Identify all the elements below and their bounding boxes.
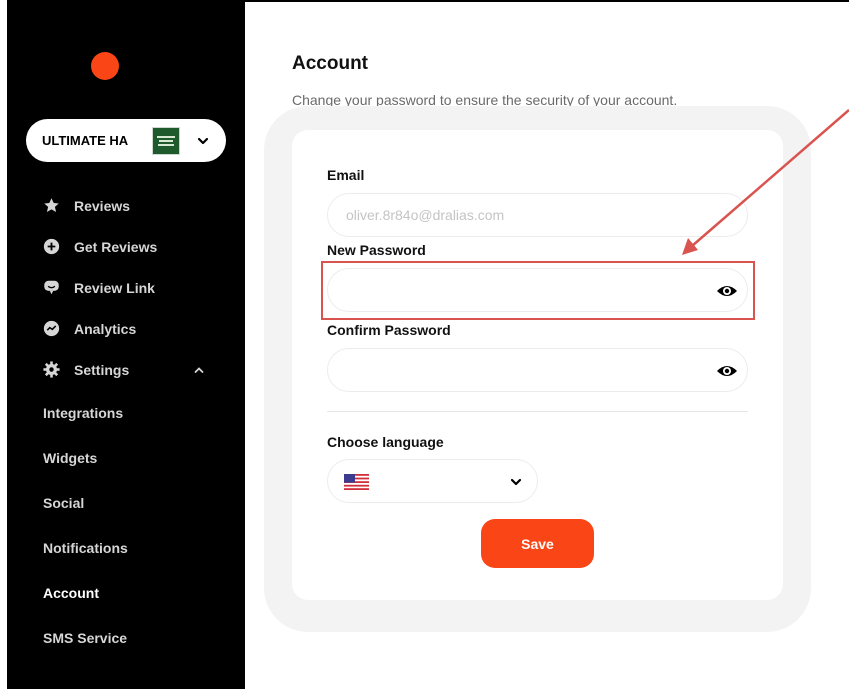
business-logo-thumbnail	[152, 126, 180, 155]
sidebar-item-settings[interactable]: Settings	[43, 361, 129, 378]
language-label: Choose language	[327, 434, 444, 450]
page-title: Account	[292, 53, 368, 74]
new-password-label: New Password	[327, 242, 426, 258]
star-icon	[43, 197, 60, 214]
sidebar-subitem-sms-service[interactable]: SMS Service	[43, 630, 127, 646]
sidebar-subitem-integrations[interactable]: Integrations	[43, 405, 123, 421]
sidebar-item-reviews[interactable]: Reviews	[43, 197, 130, 214]
sidebar-item-label: Settings	[74, 361, 130, 378]
confirm-password-label: Confirm Password	[327, 322, 451, 338]
chevron-down-icon	[510, 478, 522, 486]
sidebar-item-analytics[interactable]: Analytics	[43, 320, 136, 337]
plus-circle-icon	[43, 238, 60, 255]
sidebar-subitem-notifications[interactable]: Notifications	[43, 540, 128, 556]
email-label: Email	[327, 167, 365, 183]
chart-circle-icon	[43, 320, 60, 337]
sidebar: ULTIMATE HA Reviews Get Reviews Review L…	[7, 0, 245, 689]
sidebar-item-get-reviews[interactable]: Get Reviews	[43, 238, 157, 255]
confirm-password-field[interactable]	[327, 348, 748, 392]
annotation-highlight-box	[321, 261, 755, 320]
us-flag-icon	[344, 474, 369, 490]
business-selector[interactable]: ULTIMATE HA	[26, 119, 226, 162]
sidebar-item-label: Reviews	[74, 197, 131, 214]
chevron-down-icon	[197, 137, 209, 144]
sidebar-subitem-social[interactable]: Social	[43, 495, 84, 511]
brand-logo[interactable]	[91, 52, 119, 80]
sidebar-item-review-link[interactable]: Review Link	[43, 279, 155, 296]
left-margin	[0, 0, 7, 689]
form-divider	[327, 411, 748, 412]
sidebar-subitem-widgets[interactable]: Widgets	[43, 450, 97, 466]
sidebar-item-label: Analytics	[74, 320, 137, 337]
save-button[interactable]: Save	[481, 519, 594, 568]
business-name: ULTIMATE HA	[42, 133, 129, 148]
chevron-up-icon[interactable]	[193, 364, 205, 376]
sidebar-item-label: Get Reviews	[74, 238, 158, 255]
app-frame: ULTIMATE HA Reviews Get Reviews Review L…	[0, 0, 849, 689]
eye-icon[interactable]	[716, 361, 738, 381]
chat-icon	[43, 279, 60, 296]
sidebar-subitem-account[interactable]: Account	[43, 585, 99, 601]
email-field[interactable]	[327, 193, 748, 237]
confirm-password-input[interactable]	[328, 349, 688, 391]
email-input[interactable]	[328, 194, 688, 236]
language-select[interactable]	[327, 459, 538, 503]
gear-icon	[43, 361, 60, 378]
sidebar-item-label: Review Link	[74, 279, 155, 296]
